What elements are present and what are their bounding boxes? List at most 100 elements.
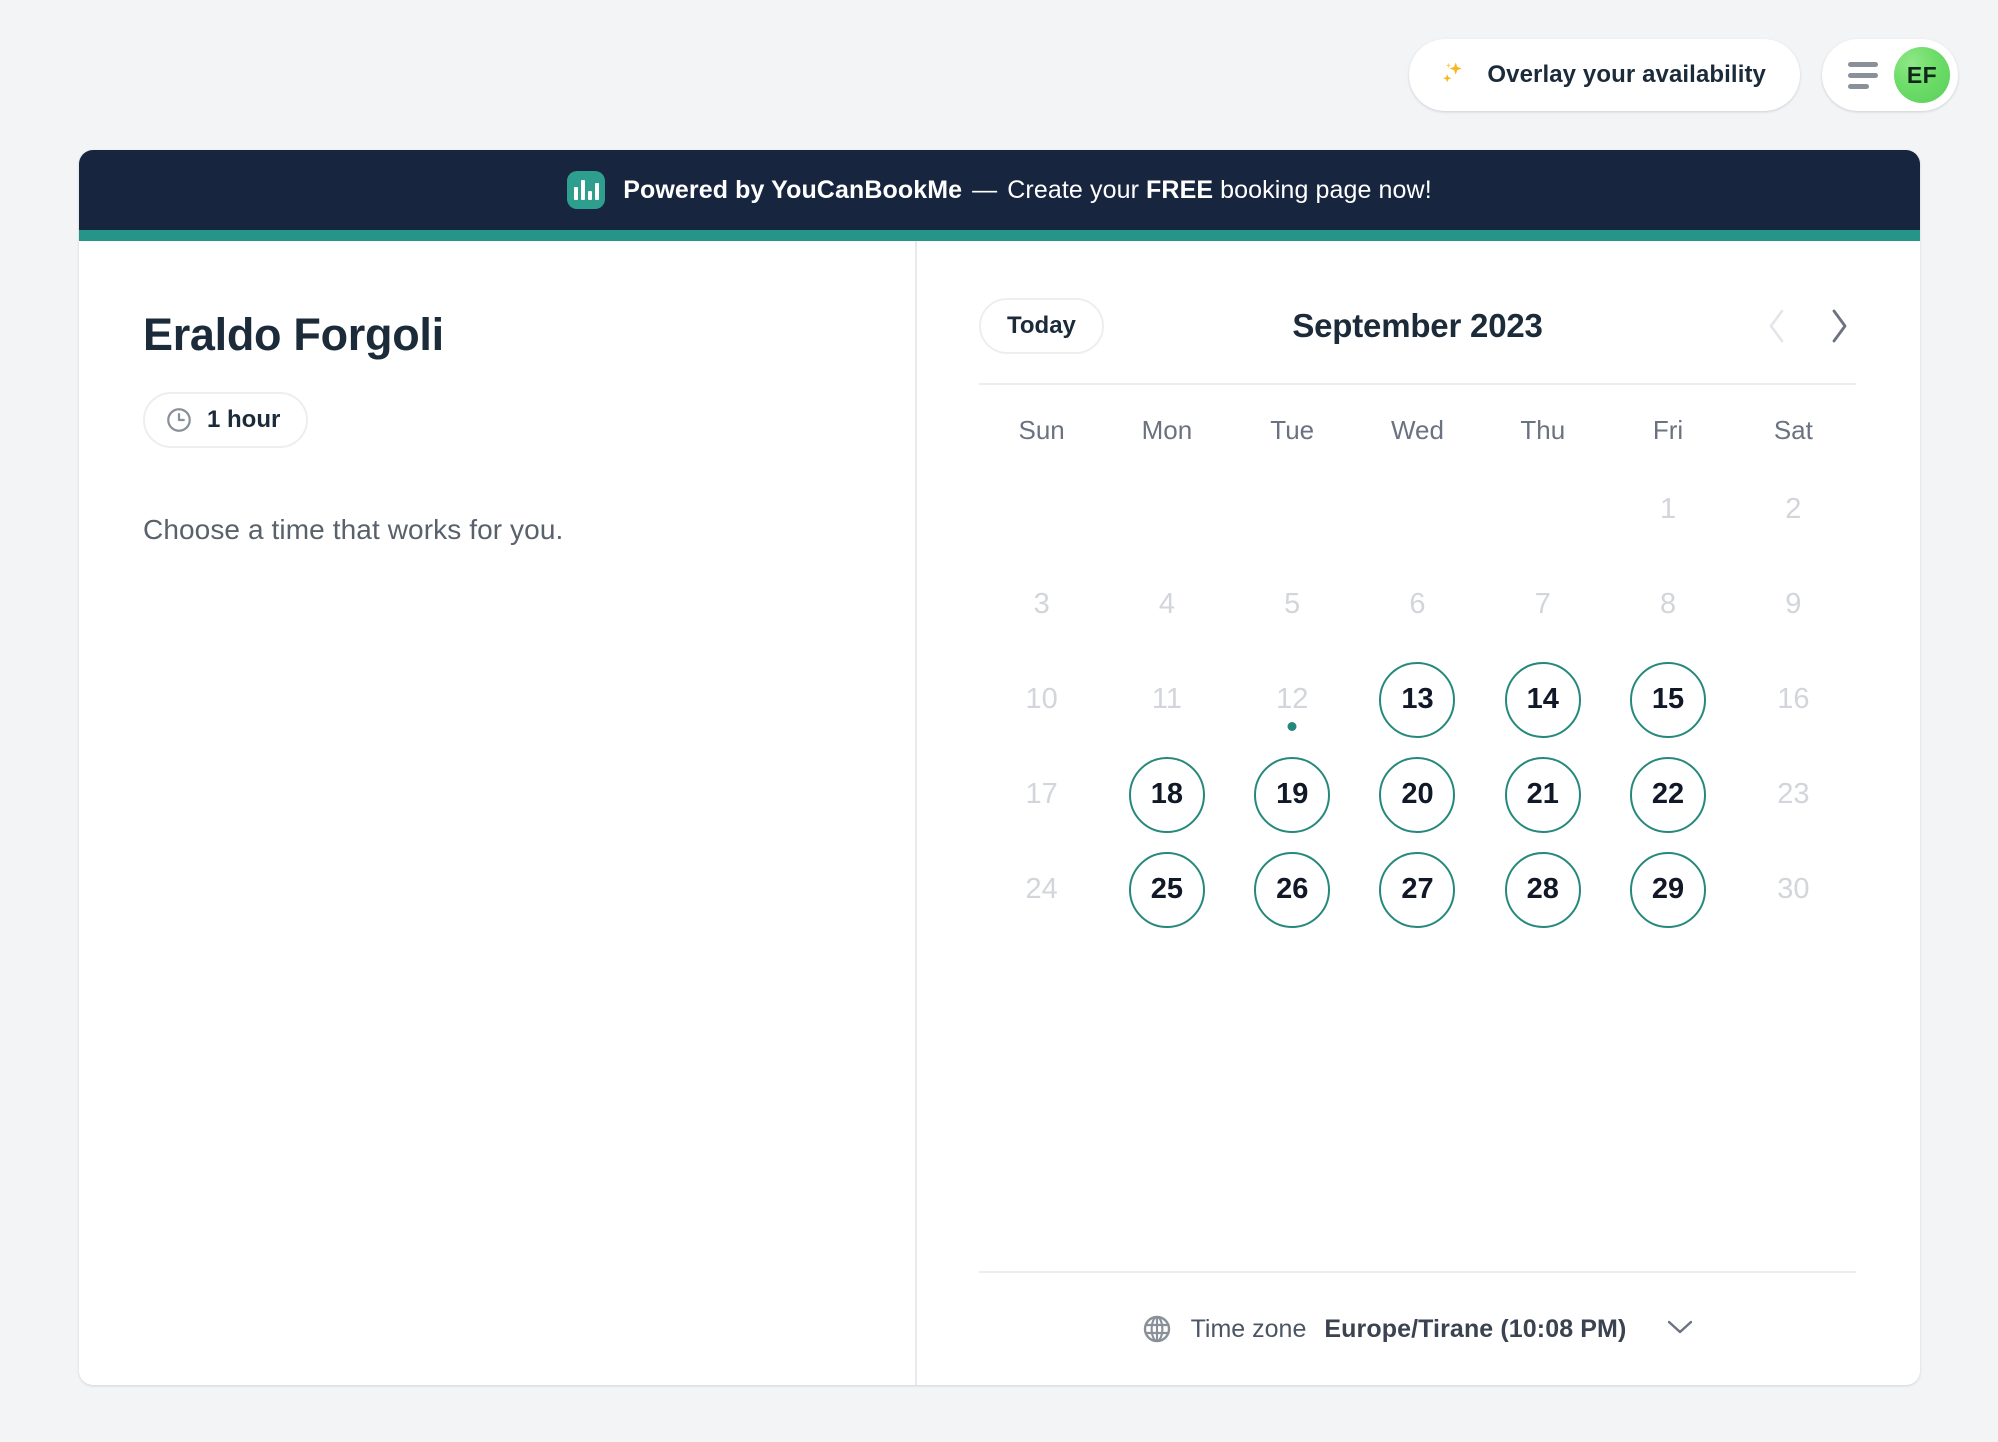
timezone-label: Time zone — [1190, 1314, 1307, 1343]
page-title: Eraldo Forgoli — [143, 309, 444, 360]
calendar-pane: Today September 2023 Sun Mon Tue Wed Thu… — [917, 241, 1920, 1385]
promo-banner[interactable]: Powered by YouCanBookMe — Create your FREE… — [79, 150, 1920, 230]
top-bar: Overlay your availability EF — [0, 0, 1998, 150]
calendar-day-blank — [1480, 462, 1605, 557]
calendar-day-number: 26 — [1254, 851, 1331, 928]
calendar-day-available[interactable]: 28 — [1480, 842, 1605, 937]
month-navigation — [1760, 306, 1856, 346]
calendar-day-unavailable: 8 — [1605, 557, 1730, 652]
event-info-pane: Eraldo Forgoli 1 hour Choose a time that… — [79, 241, 917, 1385]
calendar-day-number: 23 — [1777, 778, 1810, 810]
calendar-day-number: 2 — [1785, 493, 1802, 525]
calendar-day-unavailable: 30 — [1731, 842, 1856, 937]
calendar-header: Today September 2023 — [979, 297, 1856, 355]
calendar-day-blank — [1230, 462, 1355, 557]
calendar-day-available[interactable]: 27 — [1355, 842, 1480, 937]
calendar-day-number: 7 — [1534, 588, 1551, 620]
calendar-day-number: 11 — [1151, 683, 1182, 715]
promo-prefix: Powered by YouCanBookMe — [623, 175, 963, 204]
overlay-availability-button[interactable]: Overlay your availability — [1409, 39, 1800, 111]
calendar-day-number: 8 — [1659, 588, 1677, 620]
promo-cta-post: booking page now! — [1213, 175, 1432, 204]
accent-stripe — [79, 230, 1920, 241]
calendar-header-divider — [979, 383, 1856, 385]
calendar-day-available[interactable]: 26 — [1230, 842, 1355, 937]
calendar-day-number: 12 — [1276, 683, 1309, 715]
weekday-mon: Mon — [1141, 415, 1193, 445]
calendar-day-number: 20 — [1379, 756, 1456, 833]
calendar-day-number: 5 — [1284, 588, 1301, 620]
calendar-day-available[interactable]: 25 — [1104, 842, 1229, 937]
calendar-day-number: 13 — [1379, 661, 1456, 738]
calendar-day-number: 21 — [1504, 756, 1581, 833]
calendar-day-number: 6 — [1409, 588, 1426, 620]
promo-banner-text: Powered by YouCanBookMe — Create your FREE… — [623, 176, 1432, 205]
duration-badge: 1 hour — [143, 392, 309, 449]
calendar-day-unavailable: 24 — [979, 842, 1104, 937]
calendar-day-available[interactable]: 22 — [1605, 747, 1730, 842]
calendar-day-unavailable: 16 — [1731, 652, 1856, 747]
youcanbookme-logo-icon — [567, 171, 606, 209]
calendar-day-unavailable: 11 — [1104, 652, 1229, 747]
chevron-down-icon[interactable] — [1666, 1318, 1694, 1341]
today-button[interactable]: Today — [979, 298, 1104, 354]
weekday-tue: Tue — [1270, 415, 1315, 445]
calendar-day-unavailable: 4 — [1104, 557, 1229, 652]
calendar-day-number: 4 — [1158, 588, 1175, 620]
calendar-day-number: 27 — [1379, 851, 1456, 928]
calendar-day-number: 3 — [1033, 588, 1050, 620]
calendar-day-available[interactable]: 13 — [1355, 652, 1480, 747]
calendar-day-blank — [1355, 462, 1480, 557]
calendar-day-available[interactable]: 19 — [1230, 747, 1355, 842]
card-body: Eraldo Forgoli 1 hour Choose a time that… — [79, 241, 1920, 1385]
calendar-day-number: 14 — [1504, 661, 1581, 738]
promo-cta-pre: Create your — [1007, 175, 1147, 204]
globe-icon — [1141, 1313, 1173, 1345]
calendar-day-number: 16 — [1777, 683, 1810, 715]
calendar-day-number: 29 — [1630, 851, 1707, 928]
calendar-day-available[interactable]: 29 — [1605, 842, 1730, 937]
timezone-value: Europe/Tirane (10:08 PM) — [1324, 1314, 1627, 1343]
duration-label: 1 hour — [207, 406, 281, 434]
calendar-day-available[interactable]: 18 — [1104, 747, 1229, 842]
avatar[interactable]: EF — [1894, 47, 1950, 103]
calendar-day-number: 19 — [1254, 756, 1331, 833]
weekday-header-row: Sun Mon Tue Wed Thu Fri Sat — [979, 415, 1856, 446]
calendar-day-number: 10 — [1025, 683, 1058, 715]
timezone-footer: Time zone Europe/Tirane (10:08 PM) — [979, 1271, 1856, 1385]
calendar-day-unavailable: 7 — [1480, 557, 1605, 652]
today-marker-dot — [1287, 722, 1297, 731]
calendar-day-unavailable: 2 — [1731, 462, 1856, 557]
calendar-day-number: 18 — [1128, 756, 1205, 833]
promo-dash: — — [972, 175, 998, 204]
calendar-day-available[interactable]: 20 — [1355, 747, 1480, 842]
calendar-day-number: 17 — [1025, 778, 1058, 810]
calendar-day-number: 22 — [1630, 756, 1707, 833]
sparkles-icon — [1437, 58, 1471, 92]
chevron-right-icon — [1828, 308, 1850, 344]
calendar-day-unavailable: 17 — [979, 747, 1104, 842]
calendar-day-unavailable: 10 — [979, 652, 1104, 747]
clock-icon — [165, 406, 193, 434]
instruction-text: Choose a time that works for you. — [143, 514, 564, 546]
weekday-sun: Sun — [1018, 415, 1065, 445]
calendar-day-available[interactable]: 15 — [1605, 652, 1730, 747]
menu-avatar-button[interactable]: EF — [1822, 39, 1958, 111]
timezone-selector[interactable]: Time zone Europe/Tirane (10:08 PM) — [979, 1273, 1856, 1385]
previous-month-button[interactable] — [1760, 306, 1794, 346]
weekday-fri: Fri — [1652, 415, 1684, 445]
weekday-sat: Sat — [1773, 415, 1813, 445]
month-label: September 2023 — [1292, 307, 1543, 344]
hamburger-icon[interactable] — [1848, 61, 1878, 89]
calendar-day-blank — [1104, 462, 1229, 557]
next-month-button[interactable] — [1822, 306, 1856, 346]
booking-page: Overlay your availability EF Powered by … — [0, 0, 1998, 1442]
calendar-day-number: 1 — [1659, 493, 1677, 525]
calendar-day-unavailable: 5 — [1230, 557, 1355, 652]
calendar-day-number: 15 — [1630, 661, 1707, 738]
calendar-day-available[interactable]: 21 — [1480, 747, 1605, 842]
calendar-day-available[interactable]: 14 — [1480, 652, 1605, 747]
calendar-day-number: 25 — [1128, 851, 1205, 928]
calendar-day-number: 9 — [1785, 588, 1802, 620]
calendar-day-unavailable: 9 — [1731, 557, 1856, 652]
